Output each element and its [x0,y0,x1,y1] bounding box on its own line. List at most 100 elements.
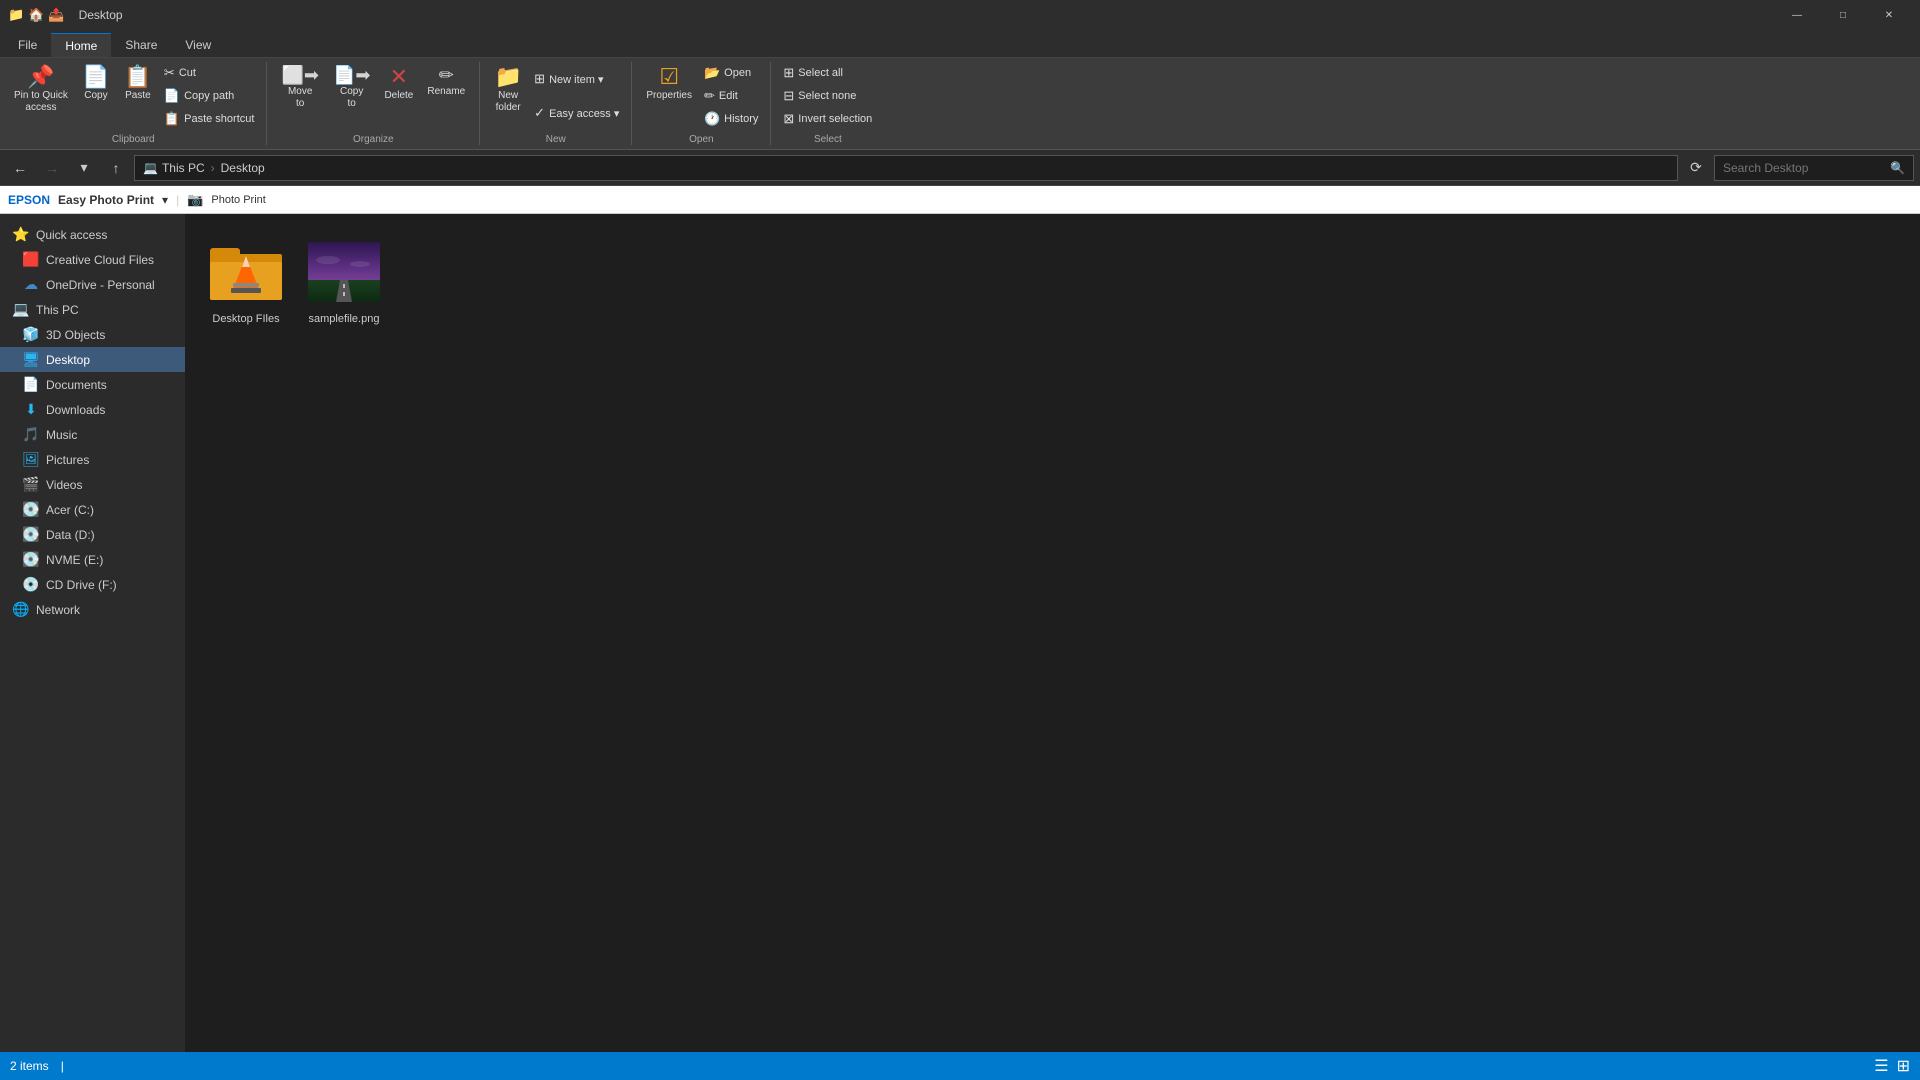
sidebar-item-quick-access[interactable]: ⭐ Quick access [0,222,185,247]
sidebar-item-cd-drive[interactable]: 💿 CD Drive (F:) [0,572,185,597]
tab-share[interactable]: Share [111,33,171,57]
copy-button[interactable]: 📄 Copy [76,62,116,106]
file-icon-wrapper-desktop-files [210,236,282,308]
status-right: ☰ ⊞ [1874,1056,1910,1076]
sidebar-item-pictures[interactable]: 🖼 Pictures [0,447,185,472]
edit-button[interactable]: ✏ Edit [700,86,762,106]
up-button[interactable]: ↑ [102,154,130,182]
path-desktop[interactable]: Desktop [221,161,265,175]
downloads-icon: ⬇ [22,401,40,418]
clipboard-small-buttons: ✂ Cut 📄 Copy path 📋 Paste shortcut [160,62,259,130]
pictures-icon: 🖼 [22,451,40,468]
path-this-pc[interactable]: This PC [162,161,205,175]
edit-icon: ✏ [704,88,715,104]
file-item-samplefile[interactable]: samplefile.png [299,230,389,332]
search-box[interactable]: 🔍 [1714,155,1914,181]
status-bar: 2 items | ☰ ⊞ [0,1052,1920,1080]
music-icon: 🎵 [22,426,40,443]
epson-submenu-label: Photo Print [211,194,265,206]
new-label: New [546,132,566,145]
organize-label: Organize [353,132,394,145]
select-all-button[interactable]: ⊞ Select all [779,63,876,83]
path-pc-icon: 💻 [143,161,158,175]
path-sep-1: › [211,161,215,175]
sidebar-label-videos: Videos [46,478,82,492]
epson-brand: EPSON [8,193,50,207]
search-input[interactable] [1723,161,1886,175]
easy-access-button[interactable]: ✓ Easy access ▾ [530,103,623,123]
sidebar-item-this-pc[interactable]: 💻 This PC [0,297,185,322]
sidebar-item-desktop[interactable]: 🖥 Desktop [0,347,185,372]
select-none-icon: ⊟ [783,88,794,104]
sidebar-label-documents: Documents [46,378,107,392]
vlc-folder-icon [210,240,282,304]
properties-icon: ☑ [659,66,679,88]
sidebar-item-videos[interactable]: 🎬 Videos [0,472,185,497]
refresh-button[interactable]: ⟳ [1682,154,1710,182]
sidebar-item-downloads[interactable]: ⬇ Downloads [0,397,185,422]
select-small-buttons: ⊞ Select all ⊟ Select none ⊠ Invert sele… [779,62,876,130]
epson-dropdown-arrow[interactable]: ▾ [162,193,168,207]
epson-bar: EPSON Easy Photo Print ▾ | 📷 Photo Print [0,186,1920,214]
window-title: Desktop [71,8,1768,22]
select-group: ⊞ Select all ⊟ Select none ⊠ Invert sele… [771,62,884,145]
epson-photo-print[interactable]: Photo Print [211,194,265,206]
history-button[interactable]: 🕐 History [700,109,762,129]
address-path[interactable]: 💻 This PC › Desktop [134,155,1678,181]
sidebar-item-creative-cloud[interactable]: 🟥 Creative Cloud Files [0,247,185,272]
rename-button[interactable]: ✏ Rename [421,62,471,102]
new-small-buttons: ⊞ New item ▾ ✓ Easy access ▾ [530,62,623,130]
file-icon-wrapper-samplefile [308,236,380,308]
recent-locations-button[interactable]: ▾ [70,154,98,182]
details-view-icon[interactable]: ☰ [1874,1056,1888,1076]
open-button[interactable]: 📂 Open [700,63,762,83]
sidebar-item-acer[interactable]: 💽 Acer (C:) [0,497,185,522]
close-button[interactable]: ✕ [1866,0,1912,30]
tab-home[interactable]: Home [51,33,111,57]
pin-quick-access-button[interactable]: 📌 Pin to Quickaccess [8,62,74,118]
new-folder-icon: 📁 [494,66,521,88]
tab-file[interactable]: File [4,33,51,57]
documents-icon: 📄 [22,376,40,393]
delete-button[interactable]: ✕ Delete [378,62,419,106]
search-icon: 🔍 [1890,161,1905,175]
new-item-button[interactable]: ⊞ New item ▾ [530,69,623,89]
move-to-button[interactable]: ⬜➡ Moveto [275,62,325,114]
minimize-button[interactable]: — [1774,0,1820,30]
clipboard-label: Clipboard [112,132,155,145]
tab-view[interactable]: View [171,33,225,57]
sidebar-item-nvme[interactable]: 💽 NVME (E:) [0,547,185,572]
maximize-button[interactable]: □ [1820,0,1866,30]
history-icon: 🕐 [704,111,720,127]
app-icon-2: 🏠 [28,7,44,23]
sidebar-item-data[interactable]: 💽 Data (D:) [0,522,185,547]
network-icon: 🌐 [12,601,30,618]
forward-button[interactable]: → [38,154,66,182]
select-none-button[interactable]: ⊟ Select none [779,86,876,106]
sidebar-label-data: Data (D:) [46,528,95,542]
file-item-desktop-files[interactable]: Desktop FIles [201,230,291,332]
3d-objects-icon: 🧊 [22,326,40,343]
properties-button[interactable]: ☑ Properties [640,62,698,106]
invert-selection-button[interactable]: ⊠ Invert selection [779,109,876,129]
copy-to-button[interactable]: 📄➡ Copyto [327,62,377,114]
copy-path-button[interactable]: 📄 Copy path [160,86,259,106]
large-icons-view-icon[interactable]: ⊞ [1897,1056,1910,1076]
new-folder-button[interactable]: 📁 Newfolder [488,62,528,118]
paste-shortcut-button[interactable]: 📋 Paste shortcut [160,109,259,129]
paste-icon: 📋 [124,66,151,88]
sidebar-item-music[interactable]: 🎵 Music [0,422,185,447]
app-icon-3: 📤 [48,7,64,23]
sidebar-item-3d-objects[interactable]: 🧊 3D Objects [0,322,185,347]
item-count: 2 items [10,1059,49,1073]
sidebar-label-desktop: Desktop [46,353,90,367]
this-pc-icon: 💻 [12,301,30,318]
cut-button[interactable]: ✂ Cut [160,63,259,83]
sidebar-item-documents[interactable]: 📄 Documents [0,372,185,397]
sidebar-item-network[interactable]: 🌐 Network [0,597,185,622]
paste-button[interactable]: 📋 Paste [118,62,158,106]
window-controls: — □ ✕ [1774,0,1912,30]
rename-icon: ✏ [439,66,454,84]
sidebar-item-onedrive[interactable]: ☁ OneDrive - Personal [0,272,185,297]
back-button[interactable]: ← [6,154,34,182]
